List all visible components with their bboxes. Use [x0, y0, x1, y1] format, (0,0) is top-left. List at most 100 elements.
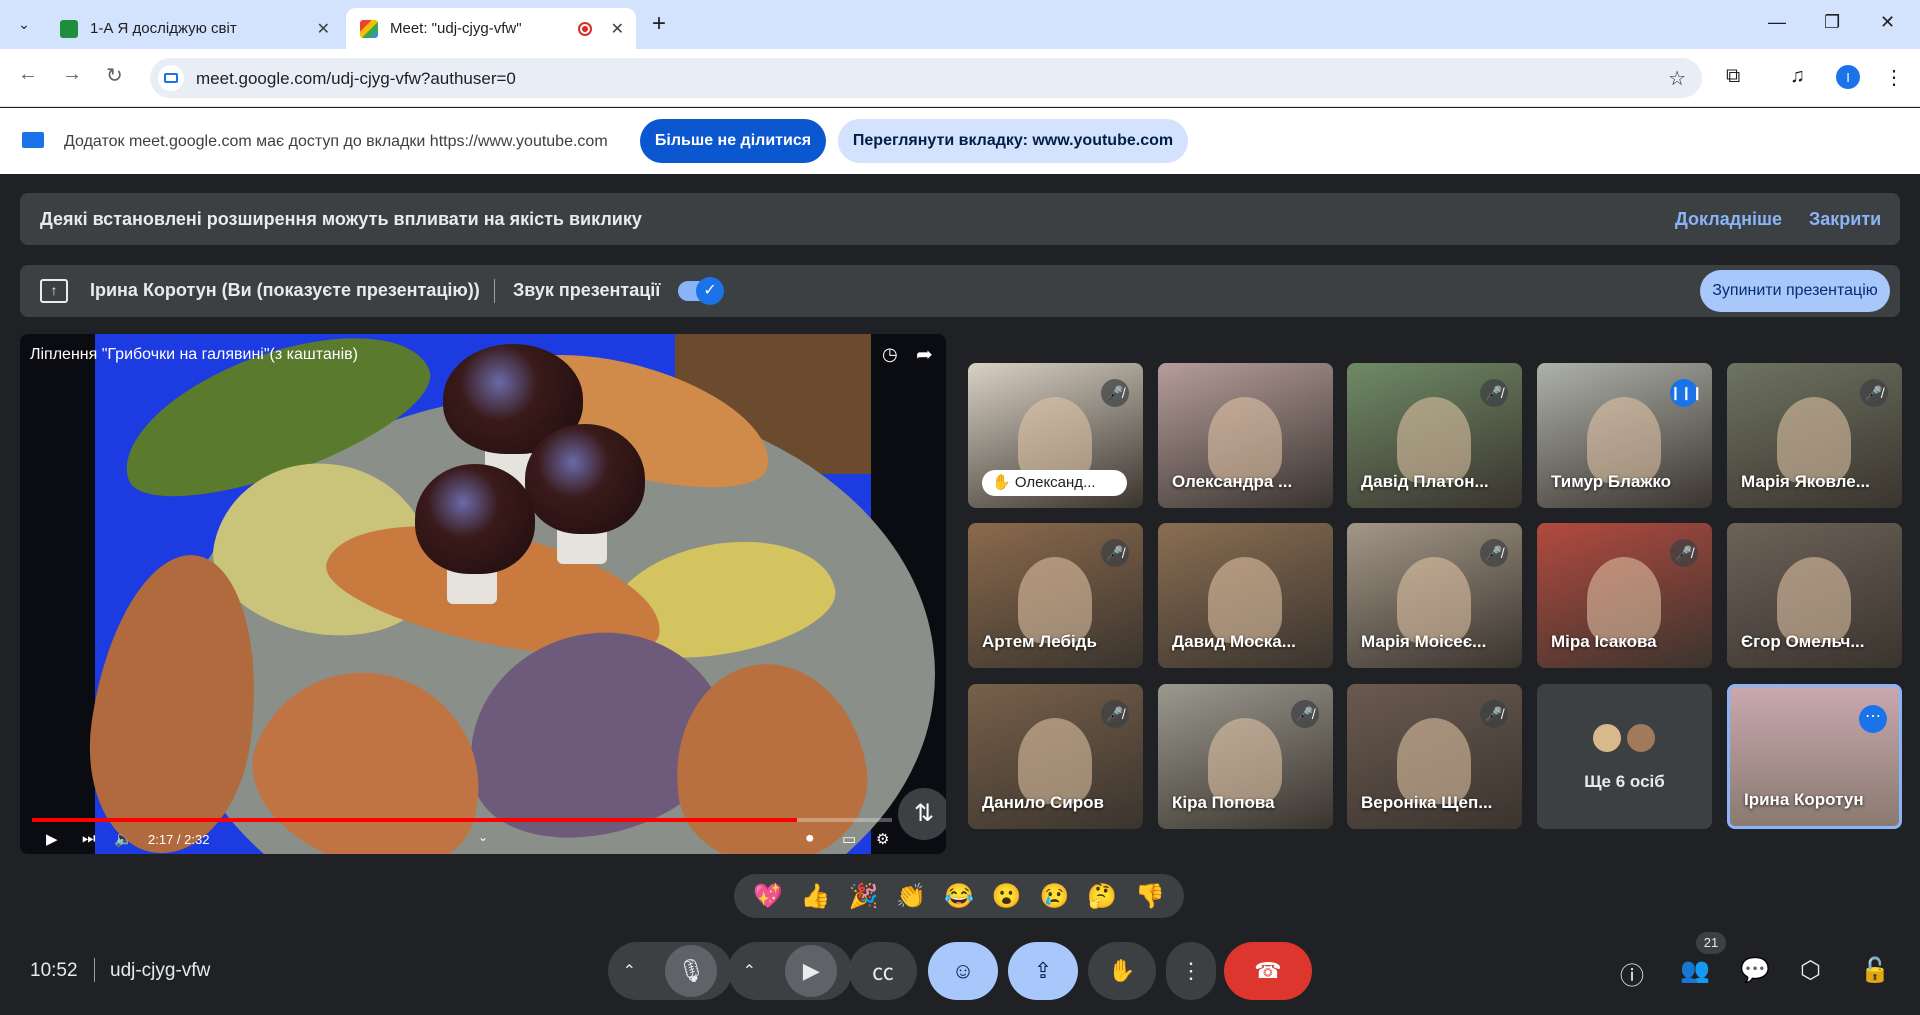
audio-options-chevron-icon[interactable]: ⌃	[623, 961, 636, 981]
participant-tile[interactable]: Єгор Омельч...	[1727, 523, 1902, 668]
people-icon[interactable]: 👥	[1680, 956, 1710, 985]
reaction-emoji-icon[interactable]: 😂	[944, 882, 974, 911]
participant-tile[interactable]: Олександра ...	[1158, 363, 1333, 508]
participant-video	[1208, 397, 1282, 483]
participant-tile[interactable]: 🎤̸ Кіра Попова	[1158, 684, 1333, 829]
participant-tile[interactable]: 🎤̸ Марія Моісеє...	[1347, 523, 1522, 668]
raise-hand-icon[interactable]: ✋	[1088, 942, 1156, 1000]
camera-site-icon[interactable]	[158, 65, 184, 91]
reaction-emoji-icon[interactable]: 👎	[1135, 882, 1165, 911]
browser-tab-meet[interactable]: Meet: "udj-cjyg-vfw" ✕	[346, 8, 636, 49]
self-tile[interactable]: ⋯ Ірина Коротун	[1727, 684, 1902, 829]
participant-name: Єгор Омельч...	[1741, 632, 1865, 651]
url-text[interactable]: meet.google.com/udj-cjyg-vfw?authuser=0	[196, 69, 516, 89]
shared-video[interactable]: Ліплення "Грибочки на галявині"(з каштан…	[20, 334, 946, 854]
participant-tile[interactable]: 🎤̸ Міра Ісакова	[1537, 523, 1712, 668]
bookmark-star-icon[interactable]: ☆	[1668, 66, 1686, 91]
participant-name: Марія Моісеє...	[1361, 632, 1487, 651]
more-options-icon[interactable]: ⋯	[1859, 705, 1887, 733]
present-now-icon[interactable]: ⇪	[1008, 942, 1078, 1000]
video-title[interactable]: Ліплення "Грибочки на галявині"(з каштан…	[30, 346, 358, 364]
volume-icon[interactable]: 🔈	[114, 830, 133, 848]
participant-tile[interactable]: 🎤̸ ✋ Олександ...	[968, 363, 1143, 508]
tab-sharing-bar: Додаток meet.google.com має доступ до вк…	[0, 108, 1920, 174]
chestnut-cap	[415, 464, 535, 574]
play-icon[interactable]: ▶	[46, 830, 58, 848]
menu-icon[interactable]: ⋮	[1884, 65, 1904, 90]
muted-mic-icon: 🎤̸	[1480, 700, 1508, 728]
meeting-code: udj-cjyg-vfw	[110, 960, 211, 981]
video-options-chevron-icon[interactable]: ⌃	[743, 961, 756, 981]
video-frame	[74, 334, 935, 854]
participant-tile[interactable]: 🎤̸ Давід Платон...	[1347, 363, 1522, 508]
address-bar: ← → ↻ meet.google.com/udj-cjyg-vfw?authu…	[0, 49, 1920, 107]
extensions-icon[interactable]: ⧉	[1726, 65, 1740, 88]
restore-icon[interactable]: ❐	[1824, 12, 1840, 33]
profile-avatar[interactable]: I	[1836, 65, 1860, 89]
autoplay-toggle-icon[interactable]: ⏺	[806, 830, 814, 847]
subtitles-icon[interactable]: ▭	[842, 830, 856, 848]
participant-video	[1777, 557, 1851, 643]
view-tab-button[interactable]: Переглянути вкладку: www.youtube.com	[838, 119, 1188, 163]
reaction-emoji-icon[interactable]: 🎉	[848, 882, 878, 911]
meeting-info-icon[interactable]: ⓘ	[1620, 956, 1644, 991]
participant-video	[1208, 718, 1282, 804]
reaction-emoji-icon[interactable]: 👏	[896, 882, 926, 911]
share-arrow-icon[interactable]: ➦	[916, 342, 933, 367]
back-icon[interactable]: ←	[18, 63, 38, 86]
participant-tile[interactable]: ❙❙❙ Тимур Блажко	[1537, 363, 1712, 508]
reload-icon[interactable]: ↻	[106, 63, 123, 88]
learn-more-link[interactable]: Докладніше	[1675, 209, 1782, 230]
tab-search-icon[interactable]: ⌄	[10, 10, 38, 38]
settings-icon[interactable]: ⚙	[876, 830, 889, 848]
participant-name: Кіра Попова	[1172, 793, 1275, 812]
camera-icon[interactable]: ▶	[785, 945, 838, 997]
participant-tile[interactable]: 🎤̸ Марія Яковле...	[1727, 363, 1902, 508]
close-window-icon[interactable]: ✕	[1880, 12, 1895, 33]
participant-tile[interactable]: 🎤̸ Данило Сиров	[968, 684, 1143, 829]
close-tab-icon[interactable]: ✕	[317, 19, 330, 39]
swap-layout-icon[interactable]: ⇅	[898, 788, 946, 840]
chevron-down-icon[interactable]: ⌄	[478, 830, 488, 844]
camera-control: ⌃ ▶	[728, 942, 852, 1000]
more-options-icon[interactable]: ⋮	[1166, 942, 1216, 1000]
emoji-reactions-icon[interactable]: ☺	[928, 942, 998, 1000]
participant-name: Олександра ...	[1172, 472, 1293, 491]
reaction-emoji-icon[interactable]: 😢	[1040, 882, 1070, 911]
participant-tile[interactable]: Давид Моска...	[1158, 523, 1333, 668]
participant-tile[interactable]: 🎤̸ Вероніка Щеп...	[1347, 684, 1522, 829]
omnibox[interactable]: meet.google.com/udj-cjyg-vfw?authuser=0 …	[150, 58, 1702, 98]
host-controls-icon[interactable]: 🔓	[1860, 956, 1890, 985]
tab-title: 1-А Я досліджую світ	[90, 20, 237, 37]
activities-icon[interactable]: ⬡	[1800, 956, 1821, 985]
more-participants-label: Ще 6 осіб	[1584, 772, 1665, 791]
forward-icon[interactable]: →	[62, 63, 82, 86]
video-progress-bar[interactable]	[32, 818, 892, 822]
muted-mic-icon: 🎤̸	[1480, 379, 1508, 407]
media-controls-icon[interactable]: ♫	[1790, 65, 1805, 88]
reaction-emoji-icon[interactable]: 💖	[753, 882, 783, 911]
close-banner-link[interactable]: Закрити	[1809, 209, 1881, 230]
new-tab-icon[interactable]: +	[652, 10, 666, 38]
next-icon[interactable]: ⏭	[82, 830, 96, 847]
participant-tile[interactable]: 🎤̸ Артем Лебідь	[968, 523, 1143, 668]
close-tab-icon[interactable]: ✕	[611, 19, 624, 39]
watch-later-icon[interactable]: ◷	[882, 344, 898, 365]
reaction-emoji-icon[interactable]: 👍	[801, 882, 831, 911]
stop-presentation-button[interactable]: Зупинити презентацію	[1700, 270, 1890, 312]
presentation-sound-label: Звук презентації	[513, 280, 661, 300]
muted-mic-icon: 🎤̸	[1101, 700, 1129, 728]
current-time: 10:52	[30, 960, 78, 981]
browser-tab-class[interactable]: 1-А Я досліджую світ ✕	[46, 8, 342, 49]
microphone-icon[interactable]: 🎙	[665, 945, 718, 997]
stop-sharing-button[interactable]: Більше не ділитися	[640, 119, 826, 163]
leave-call-icon[interactable]: ☎	[1224, 942, 1312, 1000]
chat-icon[interactable]: 💬	[1740, 956, 1770, 985]
captions-icon[interactable]: ㏄	[849, 942, 917, 1000]
reaction-emoji-icon[interactable]: 😮	[992, 882, 1022, 911]
minimize-icon[interactable]: —	[1768, 12, 1786, 33]
presentation-sound-toggle[interactable]: ✓	[678, 277, 724, 305]
reaction-emoji-icon[interactable]: 🤔	[1087, 882, 1117, 911]
muted-mic-icon: 🎤̸	[1670, 539, 1698, 567]
more-participants-tile[interactable]: Ще 6 осіб	[1537, 684, 1712, 829]
